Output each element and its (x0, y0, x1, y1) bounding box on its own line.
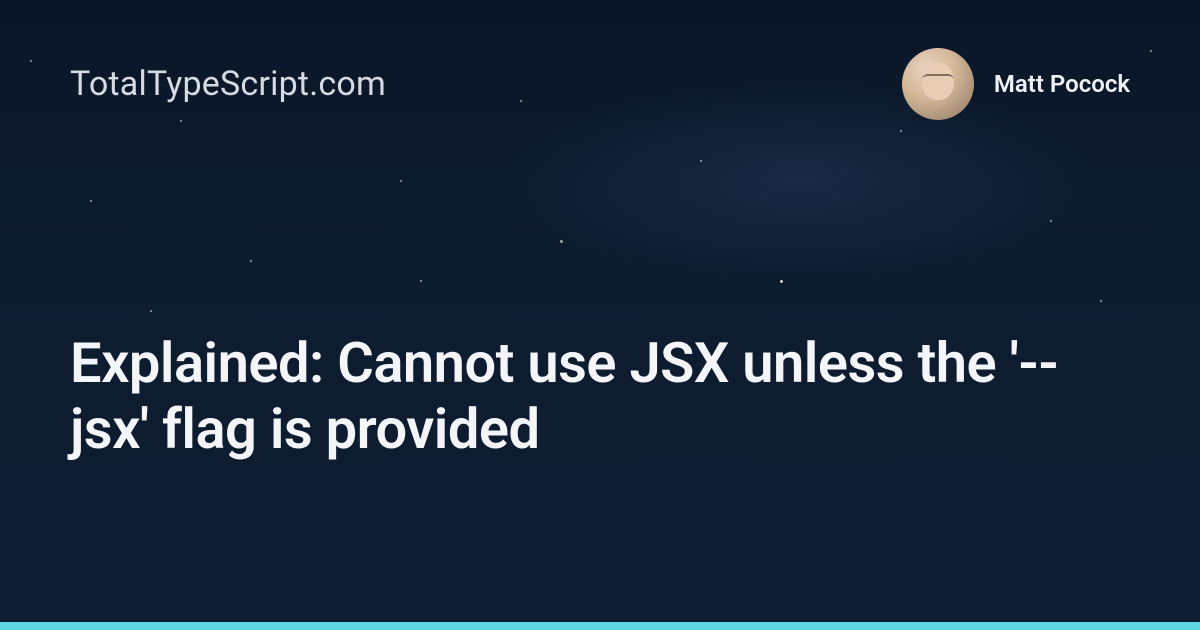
header: TotalTypeScript.com Matt Pocock (70, 48, 1130, 120)
star-decoration (400, 180, 402, 182)
star-decoration (250, 260, 252, 262)
accent-bar (0, 622, 1200, 630)
star-decoration (150, 310, 152, 312)
star-decoration (180, 120, 182, 122)
star-decoration (420, 280, 422, 282)
star-decoration (90, 200, 92, 202)
star-decoration (1150, 50, 1152, 52)
author-block: Matt Pocock (902, 48, 1130, 120)
star-decoration (700, 160, 702, 162)
star-decoration (900, 130, 902, 132)
author-avatar (902, 48, 974, 120)
author-name: Matt Pocock (994, 70, 1130, 98)
star-decoration (30, 60, 32, 62)
star-decoration (1050, 220, 1052, 222)
star-decoration (780, 280, 783, 283)
star-decoration (560, 240, 563, 243)
page-title: Explained: Cannot use JSX unless the '--… (70, 330, 1130, 462)
star-decoration (1100, 300, 1102, 302)
site-name: TotalTypeScript.com (70, 64, 386, 104)
